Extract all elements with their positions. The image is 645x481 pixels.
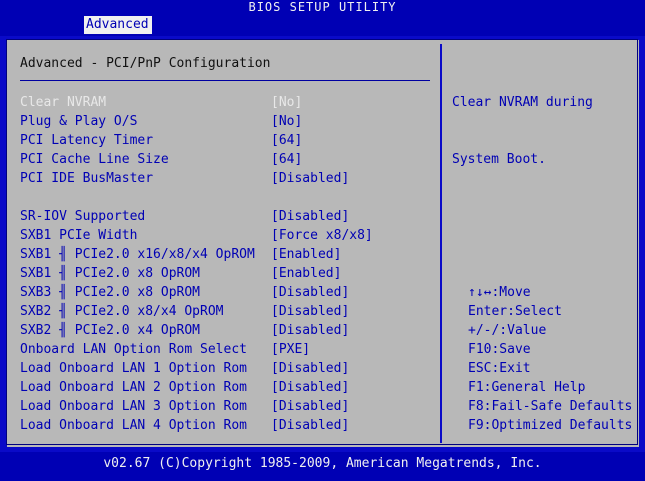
- setting-load-lan1-rom[interactable]: Load Onboard LAN 1 Option Rom [Disabled]: [20, 359, 349, 378]
- setting-value[interactable]: [Force x8/x8]: [271, 226, 373, 245]
- setting-sr-iov[interactable]: SR-IOV Supported [Disabled]: [20, 207, 349, 226]
- key-save: F10:Save: [468, 342, 531, 357]
- setting-sxb1-pcie-width[interactable]: SXB1 PCIe Width [Force x8/x8]: [20, 226, 373, 245]
- setting-label: Plug & Play O/S: [20, 114, 138, 129]
- setting-value[interactable]: [Disabled]: [271, 378, 349, 397]
- setting-label: Load Onboard LAN 4 Option Rom: [20, 418, 247, 433]
- bottom-strip: [0, 476, 645, 481]
- setting-clear-nvram[interactable]: Clear NVRAM [No]: [20, 93, 302, 112]
- setting-pci-latency-timer[interactable]: PCI Latency Timer [64]: [20, 131, 302, 150]
- title-underline: [20, 80, 430, 81]
- setting-value[interactable]: [64]: [271, 131, 302, 150]
- bios-title: BIOS SETUP UTILITY: [248, 0, 397, 14]
- tab-advanced[interactable]: Advanced: [84, 16, 152, 34]
- setting-label: Load Onboard LAN 1 Option Rom: [20, 361, 247, 376]
- setting-load-lan2-rom[interactable]: Load Onboard LAN 2 Option Rom [Disabled]: [20, 378, 349, 397]
- setting-value[interactable]: [Disabled]: [271, 359, 349, 378]
- section-title: Advanced - PCI/PnP Configuration: [20, 56, 271, 71]
- setting-value[interactable]: [Disabled]: [271, 321, 349, 340]
- setting-label: SXB1 ╢ PCIe2.0 x16/x8/x4 OpROM: [20, 247, 255, 262]
- key-optimized: F9:Optimized Defaults: [468, 418, 633, 433]
- setting-label: PCI Cache Line Size: [20, 152, 169, 167]
- copyright-footer: v02.67 (C)Copyright 1985-2009, American …: [0, 452, 645, 476]
- setting-label: SXB3 ╢ PCIe2.0 x8 OpROM: [20, 285, 201, 300]
- setting-value[interactable]: [Disabled]: [271, 416, 349, 435]
- setting-label: Load Onboard LAN 3 Option Rom: [20, 399, 247, 414]
- setting-label: Onboard LAN Option Rom Select: [20, 342, 247, 357]
- setting-value[interactable]: [Disabled]: [271, 207, 349, 226]
- setting-label: PCI Latency Timer: [20, 133, 154, 148]
- setting-value[interactable]: [64]: [271, 150, 302, 169]
- setting-value[interactable]: [Disabled]: [271, 397, 349, 416]
- setting-load-lan4-rom[interactable]: Load Onboard LAN 4 Option Rom [Disabled]: [20, 416, 349, 435]
- setting-value[interactable]: [Disabled]: [271, 169, 349, 188]
- setting-value[interactable]: [No]: [271, 112, 302, 131]
- key-value: +/-/:Value: [468, 323, 547, 338]
- key-legend: ↑↓↔:Move Enter:Select +/-/:Value F10:Sav…: [468, 283, 632, 435]
- setting-value[interactable]: [PXE]: [271, 340, 310, 359]
- setting-label: SXB1 PCIe Width: [20, 228, 138, 243]
- help-text: Clear NVRAM during System Boot.: [452, 55, 593, 188]
- setting-sxb3-x8-oprom[interactable]: SXB3 ╢ PCIe2.0 x8 OpROM [Disabled]: [20, 283, 349, 302]
- setting-label: SR-IOV Supported: [20, 209, 146, 224]
- setting-label: SXB2 ╢ PCIe2.0 x4 OpROM: [20, 323, 201, 338]
- setting-sxb1-x8-oprom[interactable]: SXB1 ╢ PCIe2.0 x8 OpROM [Enabled]: [20, 264, 341, 283]
- setting-value[interactable]: [Enabled]: [271, 264, 341, 283]
- help-line-1: Clear NVRAM during: [452, 95, 593, 110]
- key-fail-safe: F8:Fail-Safe Defaults: [468, 399, 633, 414]
- setting-label: Clear NVRAM: [20, 95, 107, 110]
- setting-load-lan3-rom[interactable]: Load Onboard LAN 3 Option Rom [Disabled]: [20, 397, 349, 416]
- key-select: Enter:Select: [468, 304, 562, 319]
- setting-label: Load Onboard LAN 2 Option Rom: [20, 380, 247, 395]
- setting-sxb1-x16-oprom[interactable]: SXB1 ╢ PCIe2.0 x16/x8/x4 OpROM [Enabled]: [20, 245, 341, 264]
- key-move: ↑↓↔:Move: [468, 285, 531, 300]
- setting-value[interactable]: [No]: [271, 93, 302, 112]
- setting-onboard-lan-rom-select[interactable]: Onboard LAN Option Rom Select [PXE]: [20, 340, 310, 359]
- key-exit: ESC:Exit: [468, 361, 531, 376]
- panel-divider: [440, 44, 442, 443]
- setting-value[interactable]: [Disabled]: [271, 283, 349, 302]
- setting-sxb2-x8x4-oprom[interactable]: SXB2 ╢ PCIe2.0 x8/x4 OpROM [Disabled]: [20, 302, 349, 321]
- setting-label: SXB2 ╢ PCIe2.0 x8/x4 OpROM: [20, 304, 224, 319]
- setting-pci-ide-busmaster[interactable]: PCI IDE BusMaster [Disabled]: [20, 169, 349, 188]
- setting-label: SXB1 ╢ PCIe2.0 x8 OpROM: [20, 266, 201, 281]
- setting-value[interactable]: [Disabled]: [271, 302, 349, 321]
- setting-label: PCI IDE BusMaster: [20, 171, 154, 186]
- setting-value[interactable]: [Enabled]: [271, 245, 341, 264]
- setting-plug-and-play[interactable]: Plug & Play O/S [No]: [20, 112, 302, 131]
- setting-pci-cache-line-size[interactable]: PCI Cache Line Size [64]: [20, 150, 302, 169]
- key-general-help: F1:General Help: [468, 380, 586, 395]
- help-line-2: System Boot.: [452, 152, 546, 167]
- setting-sxb2-x4-oprom[interactable]: SXB2 ╢ PCIe2.0 x4 OpROM [Disabled]: [20, 321, 349, 340]
